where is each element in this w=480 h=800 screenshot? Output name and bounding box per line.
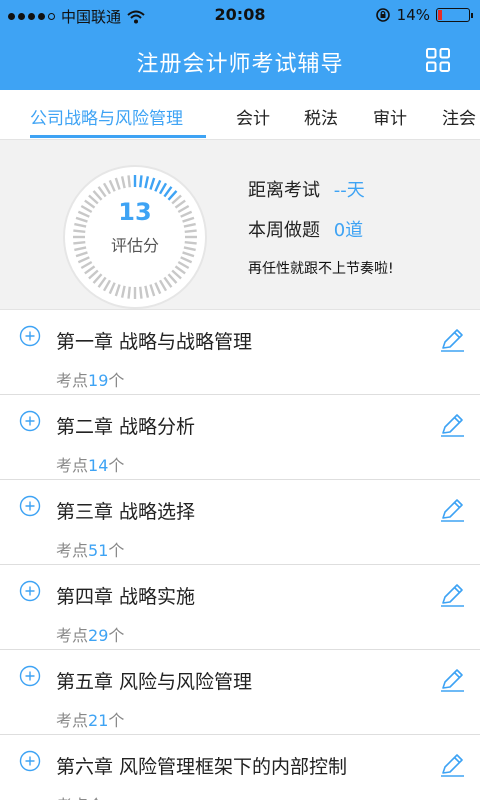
chapter-item[interactable]: 第六章 风险管理框架下的内部控制考点个: [0, 735, 480, 800]
tab-cpa[interactable]: 注会: [442, 104, 476, 129]
chapter-points-unit: 个: [108, 626, 125, 645]
score-label: 评估分: [110, 236, 159, 255]
chapter-points-count: 14: [88, 456, 109, 475]
nav-bar: 注册会计师考试辅导: [0, 30, 480, 90]
chapter-points-label: 考点: [56, 796, 88, 800]
expand-plus-icon[interactable]: [19, 665, 41, 687]
expand-plus-icon[interactable]: [19, 325, 41, 347]
practice-pencil-icon[interactable]: [438, 751, 466, 779]
chapter-points-unit: 个: [88, 796, 104, 800]
chapter-title: 第二章 战略分析: [56, 416, 196, 438]
battery-fill: [438, 10, 442, 20]
chapter-points-label: 考点: [56, 371, 89, 390]
chapter-title: 第四章 战略实施: [56, 586, 196, 608]
tab-tax-law[interactable]: 税法: [304, 104, 338, 129]
chapter-points: 考点21个: [56, 707, 124, 731]
gauge-tick: [139, 175, 143, 188]
chapter-item[interactable]: 第四章 战略实施 考点29个: [0, 565, 480, 650]
battery-percent: 14%: [396, 6, 430, 24]
chapter-points: 考点14个: [56, 452, 124, 476]
chapter-points-unit: 个: [108, 456, 125, 475]
expand-plus-icon[interactable]: [19, 410, 41, 432]
chapter-points-unit: 个: [108, 371, 125, 390]
weekly-practice-label: 本周做题: [248, 220, 320, 241]
page-title: 注册会计师考试辅导: [136, 52, 344, 77]
weekly-practice: 本周做题 0道: [248, 216, 363, 242]
chapter-points-label: 考点: [56, 456, 89, 475]
chapter-item[interactable]: 第一章 战略与战略管理 考点19个: [0, 310, 480, 395]
chapter-item[interactable]: 第二章 战略分析 考点14个: [0, 395, 480, 480]
gauge-tick: [127, 175, 131, 188]
practice-pencil-icon[interactable]: [438, 411, 466, 439]
study-summary: 13 评估分 距离考试 --天 本周做题 0道 再任性就跟不上节奏啦!: [0, 140, 480, 310]
weekly-practice-value: 0道: [333, 220, 364, 241]
practice-pencil-icon[interactable]: [438, 666, 466, 694]
chapter-points-label: 考点: [56, 541, 89, 560]
exam-countdown: 距离考试 --天: [248, 176, 365, 202]
chapter-points: 考点29个: [56, 622, 124, 646]
expand-plus-icon[interactable]: [19, 750, 41, 772]
chapter-title: 第五章 风险与风险管理: [56, 671, 253, 693]
chapter-list: 第一章 战略与战略管理 考点19个 第二章 战略分析 考点14个 第三章 战略选择 考点5…: [0, 310, 480, 800]
practice-pencil-icon[interactable]: [438, 496, 466, 524]
battery-icon: [436, 8, 473, 22]
tab-audit[interactable]: 审计: [373, 104, 407, 129]
exam-countdown-label: 距离考试: [248, 180, 320, 201]
score-value: 13: [118, 198, 152, 226]
subject-tabs: 公司战略与风险管理 会计 税法 审计 注会: [0, 90, 480, 140]
chapter-points-count: 29: [88, 626, 109, 645]
chapter-points-label: 考点: [56, 711, 89, 730]
chapter-points: 考点个: [56, 792, 104, 800]
expand-plus-icon[interactable]: [19, 580, 41, 602]
chapter-points-unit: 个: [108, 541, 125, 560]
tab-active-indicator: [30, 135, 206, 138]
expand-plus-icon[interactable]: [19, 495, 41, 517]
gauge-tick: [127, 286, 131, 299]
exam-countdown-value: --天: [333, 180, 365, 201]
tab-accounting[interactable]: 会计: [236, 104, 270, 129]
status-bar: 中国联通 20:08 14%: [0, 0, 480, 30]
chapter-item[interactable]: 第五章 风险与风险管理 考点21个: [0, 650, 480, 735]
status-right: 14%: [375, 6, 473, 24]
chapter-points-unit: 个: [108, 711, 125, 730]
tab-strategy-risk[interactable]: 公司战略与风险管理: [30, 104, 183, 129]
chapter-points-label: 考点: [56, 626, 89, 645]
chapter-title: 第六章 风险管理框架下的内部控制: [56, 756, 348, 778]
chapter-points: 考点51个: [56, 537, 124, 561]
chapter-points: 考点19个: [56, 367, 124, 391]
chapter-points-count: 51: [88, 541, 109, 560]
encouragement-text: 再任性就跟不上节奏啦!: [248, 261, 394, 277]
chapter-item[interactable]: 第三章 战略选择 考点51个: [0, 480, 480, 565]
chapter-title: 第三章 战略选择: [56, 501, 196, 523]
gauge-tick: [139, 286, 143, 299]
chapter-points-count: 21: [88, 711, 109, 730]
chapter-title: 第一章 战略与战略管理: [56, 331, 253, 353]
practice-pencil-icon[interactable]: [438, 326, 466, 354]
grid-menu-icon[interactable]: [426, 48, 450, 72]
practice-pencil-icon[interactable]: [438, 581, 466, 609]
rotation-lock-icon: [375, 8, 390, 22]
chapter-points-count: 19: [88, 371, 109, 390]
